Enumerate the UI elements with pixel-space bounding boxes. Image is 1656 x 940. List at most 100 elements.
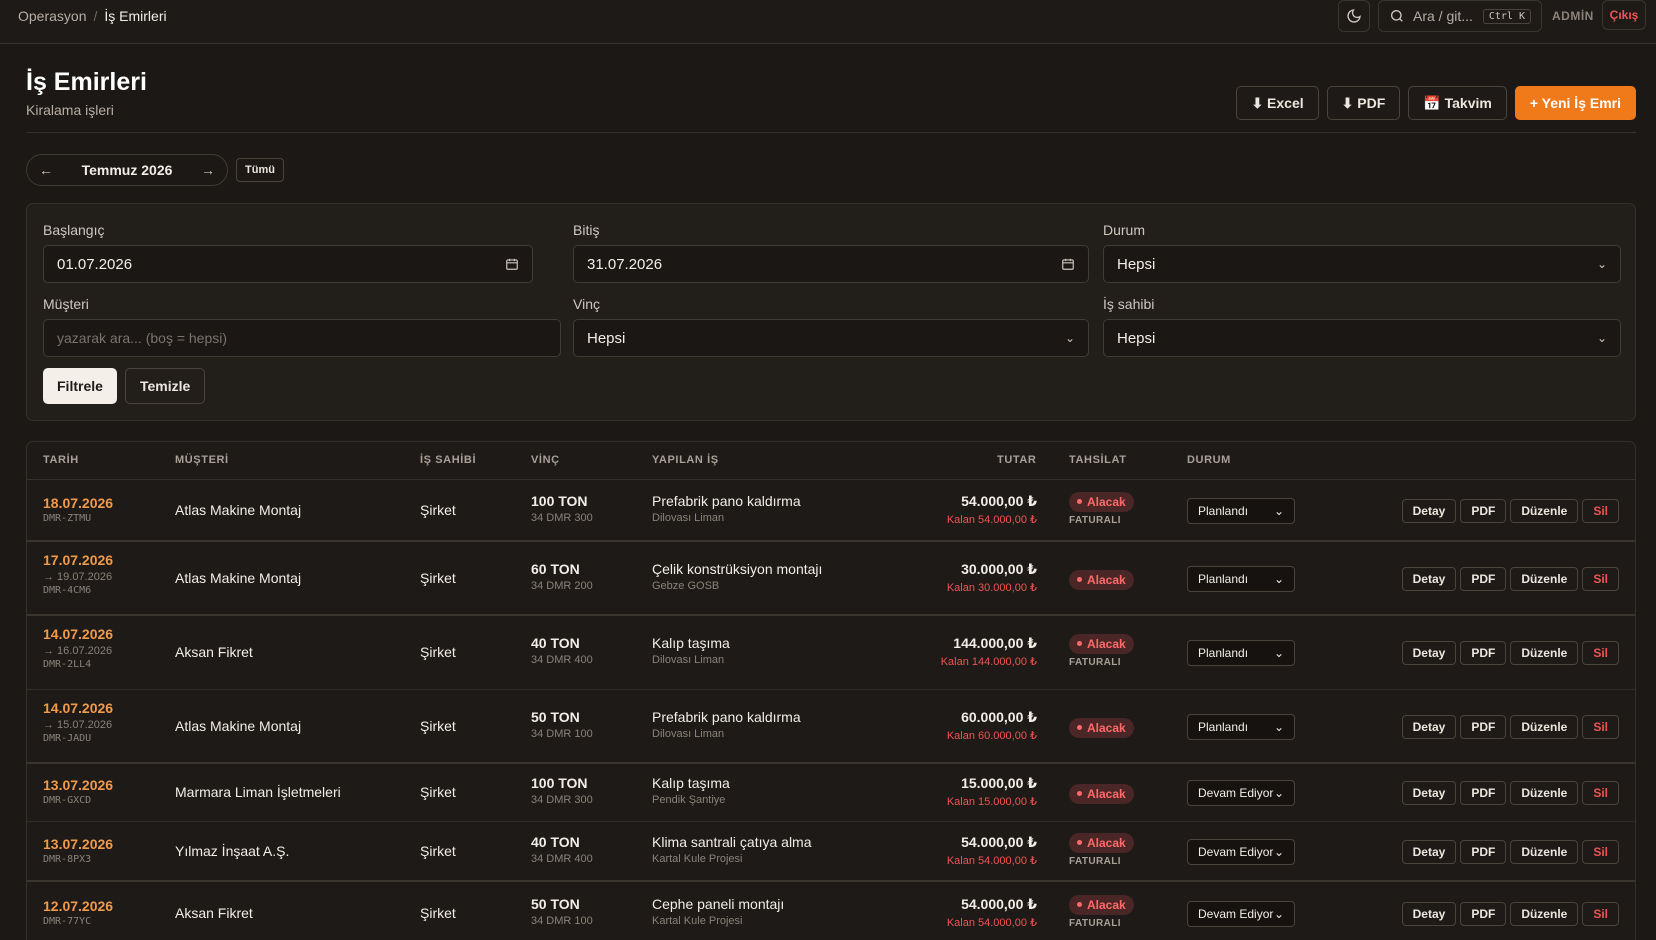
- invoice-tag: FATURALI: [1069, 917, 1121, 929]
- crane-filter-select[interactable]: Hepsi ⌄: [573, 319, 1089, 357]
- edit-button[interactable]: Düzenle: [1510, 499, 1579, 523]
- crane-cell: 40 TON 34 DMR 400: [531, 635, 593, 666]
- start-date-field[interactable]: 01.07.2026: [43, 245, 533, 283]
- edit-button[interactable]: Düzenle: [1510, 567, 1579, 591]
- all-months-button[interactable]: Tümü: [236, 158, 284, 182]
- crane-plate: 34 DMR 300: [531, 512, 593, 524]
- crane-filter-label: Vinç: [573, 296, 600, 312]
- edit-button[interactable]: Düzenle: [1510, 781, 1579, 805]
- amount-cell: 15.000,00 ₺ Kalan 15.000,00 ₺: [837, 775, 1037, 808]
- status-select[interactable]: Planlandı ⌄: [1187, 498, 1295, 524]
- collection-badge: Alacak: [1069, 783, 1134, 804]
- prev-month-button[interactable]: ←: [39, 162, 53, 178]
- crane-capacity: 50 TON: [531, 896, 580, 912]
- date-cell: 13.07.2026 DMR-8PX3: [43, 836, 113, 865]
- status-select[interactable]: Devam Ediyor ⌄: [1187, 780, 1295, 806]
- search-input[interactable]: Ara / git... Ctrl K: [1378, 0, 1542, 32]
- date-cell: 14.07.2026 → 16.07.2026 DMR-2LL4: [43, 626, 113, 670]
- owner-name: Şirket: [420, 718, 456, 734]
- job-cell: Kalıp taşıma Pendik Şantiye: [652, 775, 730, 806]
- detail-button[interactable]: Detay: [1401, 902, 1457, 926]
- job-cell: Klima santrali çatıya alma Kartal Kule P…: [652, 834, 812, 865]
- logout-button[interactable]: Çıkış: [1602, 0, 1646, 30]
- status-filter-select[interactable]: Hepsi ⌄: [1103, 245, 1621, 283]
- date-cell: 12.07.2026 DMR-77YC: [43, 898, 113, 927]
- status-select[interactable]: Planlandı ⌄: [1187, 640, 1295, 666]
- crane-plate: 34 DMR 400: [531, 654, 593, 666]
- job-cell: Çelik konstrüksiyon montajı Gebze GOSB: [652, 561, 822, 592]
- breadcrumb-separator: /: [93, 8, 98, 24]
- row-pdf-button[interactable]: PDF: [1460, 567, 1507, 591]
- crane-capacity: 40 TON: [531, 834, 580, 850]
- customer-filter-input[interactable]: yazarak ara... (boş = hepsi): [43, 319, 561, 357]
- search-shortcut: Ctrl K: [1482, 8, 1531, 24]
- delete-button[interactable]: Sil: [1582, 567, 1619, 591]
- start-date-label: Başlangıç: [43, 222, 105, 238]
- customer-name: Atlas Makine Montaj: [175, 718, 302, 734]
- breadcrumb: Operasyon / İş Emirleri: [18, 8, 167, 24]
- date-cell: 18.07.2026 DMR-ZTMU: [43, 495, 113, 524]
- export-excel-button[interactable]: ⬇ Excel: [1236, 86, 1319, 120]
- date-cell: 13.07.2026 DMR-GXCD: [43, 777, 113, 806]
- filter-clear-button[interactable]: Temizle: [125, 368, 206, 404]
- column-crane: VİNÇ: [531, 454, 560, 466]
- amount-total: 54.000,00 ₺: [961, 834, 1037, 850]
- status-select[interactable]: Devam Ediyor ⌄: [1187, 839, 1295, 865]
- delete-button[interactable]: Sil: [1582, 781, 1619, 805]
- edit-button[interactable]: Düzenle: [1510, 715, 1579, 739]
- column-status: DURUM: [1187, 454, 1231, 466]
- job-site: Pendik Şantiye: [652, 794, 726, 806]
- amount-cell: 60.000,00 ₺ Kalan 60.000,00 ₺: [837, 709, 1037, 742]
- amount-total: 60.000,00 ₺: [961, 709, 1037, 725]
- detail-button[interactable]: Detay: [1401, 567, 1457, 591]
- status-select-value: Devam Ediyor: [1198, 907, 1274, 921]
- next-month-button[interactable]: →: [201, 162, 215, 178]
- order-code: DMR-77YC: [43, 916, 92, 927]
- delete-button[interactable]: Sil: [1582, 641, 1619, 665]
- detail-button[interactable]: Detay: [1401, 715, 1457, 739]
- delete-button[interactable]: Sil: [1582, 902, 1619, 926]
- breadcrumb-parent[interactable]: Operasyon: [18, 8, 86, 24]
- amount-remaining: Kalan 144.000,00 ₺: [940, 656, 1037, 668]
- status-dot-icon: [1077, 499, 1082, 504]
- amount-cell: 30.000,00 ₺ Kalan 30.000,00 ₺: [837, 561, 1037, 594]
- row-actions: Detay PDF Düzenle Sil: [1401, 840, 1619, 864]
- row-pdf-button[interactable]: PDF: [1460, 499, 1507, 523]
- start-date-value: 01.07.2026: [57, 255, 133, 273]
- collection-badge-label: Alacak: [1087, 720, 1126, 735]
- filter-apply-button[interactable]: Filtrele: [43, 368, 117, 404]
- column-date: TARİH: [43, 454, 79, 466]
- delete-button[interactable]: Sil: [1582, 840, 1619, 864]
- delete-button[interactable]: Sil: [1582, 499, 1619, 523]
- end-date-field[interactable]: 31.07.2026: [573, 245, 1089, 283]
- row-pdf-button[interactable]: PDF: [1460, 781, 1507, 805]
- status-select[interactable]: Planlandı ⌄: [1187, 714, 1295, 740]
- status-select[interactable]: Devam Ediyor ⌄: [1187, 901, 1295, 927]
- edit-button[interactable]: Düzenle: [1510, 641, 1579, 665]
- edit-button[interactable]: Düzenle: [1510, 840, 1579, 864]
- owner-filter-select[interactable]: Hepsi ⌄: [1103, 319, 1621, 357]
- crane-cell: 60 TON 34 DMR 200: [531, 561, 593, 592]
- row-pdf-button[interactable]: PDF: [1460, 840, 1507, 864]
- amount-remaining: Kalan 54.000,00 ₺: [946, 855, 1037, 867]
- job-site: Kartal Kule Projesi: [652, 853, 743, 865]
- delete-button[interactable]: Sil: [1582, 715, 1619, 739]
- theme-toggle-button[interactable]: [1338, 0, 1370, 32]
- row-pdf-button[interactable]: PDF: [1460, 641, 1507, 665]
- customer-name: Marmara Liman İşletmeleri: [175, 784, 341, 800]
- owner-filter-label: İş sahibi: [1103, 296, 1155, 312]
- status-dot-icon: [1077, 840, 1082, 845]
- amount-remaining: Kalan 30.000,00 ₺: [946, 582, 1037, 594]
- crane-filter-value: Hepsi: [587, 329, 626, 347]
- row-pdf-button[interactable]: PDF: [1460, 902, 1507, 926]
- detail-button[interactable]: Detay: [1401, 499, 1457, 523]
- edit-button[interactable]: Düzenle: [1510, 902, 1579, 926]
- detail-button[interactable]: Detay: [1401, 781, 1457, 805]
- calendar-button[interactable]: 📅 Takvim: [1408, 86, 1507, 120]
- status-select[interactable]: Planlandı ⌄: [1187, 566, 1295, 592]
- detail-button[interactable]: Detay: [1401, 840, 1457, 864]
- detail-button[interactable]: Detay: [1401, 641, 1457, 665]
- new-work-order-button[interactable]: + Yeni İş Emri: [1514, 86, 1636, 120]
- row-pdf-button[interactable]: PDF: [1460, 715, 1507, 739]
- export-pdf-button[interactable]: ⬇ PDF: [1326, 86, 1401, 120]
